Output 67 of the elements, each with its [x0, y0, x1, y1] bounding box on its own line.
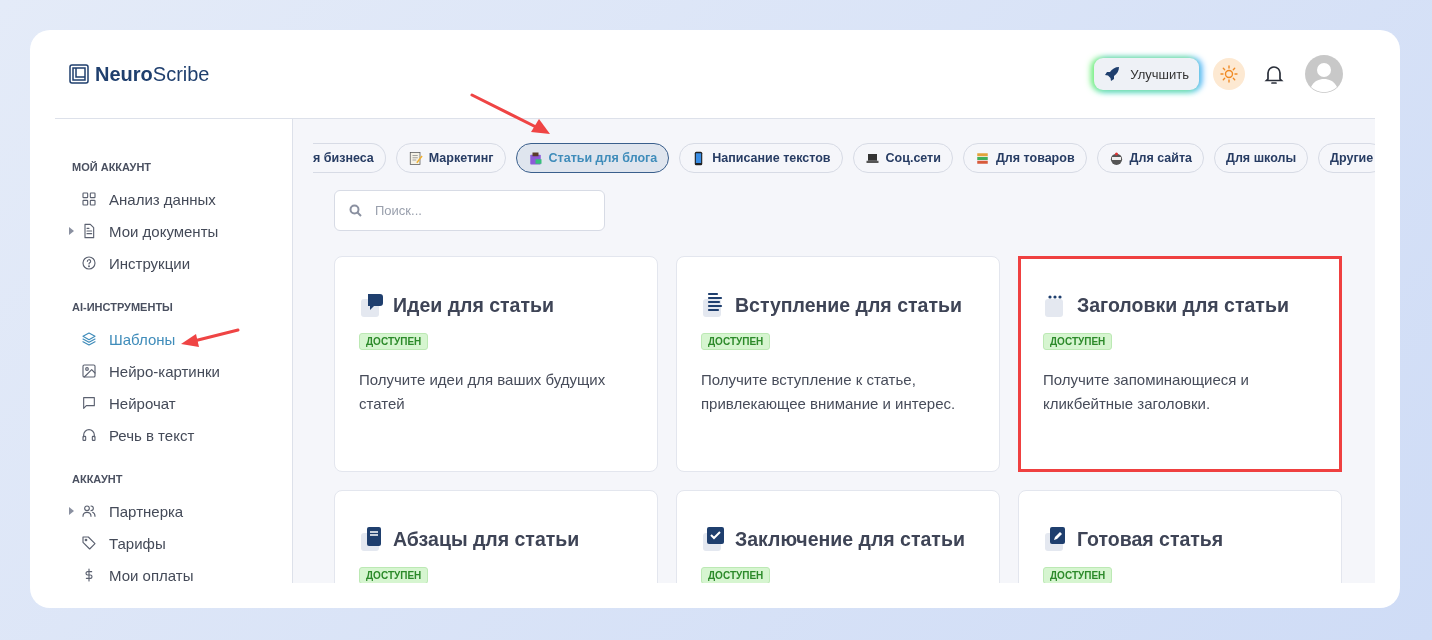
- robot-icon: [1108, 150, 1124, 166]
- sidebar-item[interactable]: Инструкции: [72, 247, 292, 279]
- section-title: МОЙ АККАУНТ: [72, 161, 152, 173]
- image-icon: [81, 363, 97, 379]
- status-badge: ДОСТУПЕН: [1043, 333, 1113, 350]
- checkbox-icon: [701, 525, 727, 553]
- card-title: Идеи для статьи: [393, 293, 554, 317]
- sidebar-item[interactable]: Анализ данных: [72, 183, 292, 215]
- status-badge: ДОСТУПЕН: [1043, 567, 1113, 583]
- sidebar-item[interactable]: Нейрочат: [72, 387, 292, 419]
- card-title: Вступление для статьи: [735, 293, 962, 317]
- category-chip[interactable]: я бизнеса: [313, 143, 386, 173]
- card-description: Получите запоминающиеся и кликбейтные заголовки.: [1043, 370, 1250, 414]
- template-card[interactable]: Абзацы для статьи ДОСТУПЕН: [334, 490, 658, 583]
- chat-icon: [81, 395, 97, 411]
- category-chip[interactable]: Написание текстов: [679, 143, 843, 173]
- card-title: Заголовки для статьи: [1077, 293, 1289, 317]
- card-description: Получите вступление к статье, привлекающее внимание и интерес.: [701, 370, 957, 414]
- template-card[interactable]: Идеи для статьи ДОСТУПЕН Получите идеи для ваших будущих статей: [334, 256, 658, 472]
- search-icon: [349, 204, 362, 217]
- document-icon: [81, 223, 97, 239]
- card-description: Получите идеи для ваших будущих статей: [359, 370, 607, 414]
- status-badge: ДОСТУПЕН: [359, 567, 429, 583]
- theme-toggle-button[interactable]: [1213, 58, 1245, 90]
- notepad-icon: [407, 150, 423, 166]
- avatar[interactable]: [1305, 55, 1343, 93]
- sidebar-item[interactable]: Тарифы: [72, 527, 292, 559]
- layers-icon: [81, 331, 97, 347]
- section-title: АККАУНТ: [72, 473, 123, 485]
- category-chip[interactable]: Для сайта: [1096, 143, 1204, 173]
- sidebar-item[interactable]: Мои документы: [72, 215, 292, 247]
- card-title: Абзацы для статьи: [393, 527, 580, 551]
- books-icon: [974, 150, 990, 166]
- category-chip[interactable]: Для школы: [1214, 143, 1309, 173]
- bell-icon[interactable]: [1263, 63, 1285, 85]
- sun-icon: [1220, 65, 1238, 83]
- status-badge: ДОСТУПЕН: [359, 333, 429, 350]
- card-title: Готовая статья: [1077, 527, 1224, 551]
- template-card[interactable]: Заключение для статьи ДОСТУПЕН: [676, 490, 1000, 583]
- sidebar-item[interactable]: Партнерка: [72, 495, 292, 527]
- logo-icon: [69, 64, 89, 84]
- grid-icon: [81, 191, 97, 207]
- question-icon: [81, 255, 97, 271]
- search-field[interactable]: Поиск...: [334, 190, 605, 231]
- users-icon: [81, 503, 97, 519]
- status-badge: ДОСТУПЕН: [701, 567, 771, 583]
- rocket-icon: [1104, 66, 1121, 82]
- brand-name[interactable]: NeuroScribe: [95, 62, 210, 86]
- headphones-icon: [81, 427, 97, 443]
- category-chip[interactable]: Для товаров: [962, 143, 1087, 173]
- status-badge: ДОСТУПЕН: [701, 333, 771, 350]
- upgrade-button[interactable]: Улучшить: [1094, 58, 1199, 90]
- card-title: Заключение для статьи: [735, 527, 965, 551]
- template-card[interactable]: Вступление для статьи ДОСТУПЕН Получите вступление к статье, привлекающее внимание и интерес.: [676, 256, 1000, 472]
- sidebar-item[interactable]: Мои оплаты: [72, 559, 292, 583]
- sidebar-item[interactable]: Речь в текст: [72, 419, 292, 451]
- category-chip[interactable]: Другие: [1318, 143, 1375, 173]
- template-card[interactable]: Заголовки для статьи ДОСТУПЕН Получите запоминающиеся и кликбейтные заголовки.: [1018, 256, 1342, 472]
- tag-icon: [81, 535, 97, 551]
- sidebar-item[interactable]: Нейро-картинки: [72, 355, 292, 387]
- category-chip[interactable]: Маркетинг: [395, 143, 506, 173]
- speech-bubble-icon: [359, 291, 385, 319]
- sidebar-item[interactable]: Шаблоны: [72, 323, 292, 355]
- category-chip[interactable]: Соц.сети: [852, 143, 953, 173]
- section-title: AI-ИНСТРУМЕНТЫ: [72, 301, 173, 313]
- template-card[interactable]: Готовая статья ДОСТУПЕН: [1018, 490, 1342, 583]
- clipboard-icon: [527, 150, 543, 166]
